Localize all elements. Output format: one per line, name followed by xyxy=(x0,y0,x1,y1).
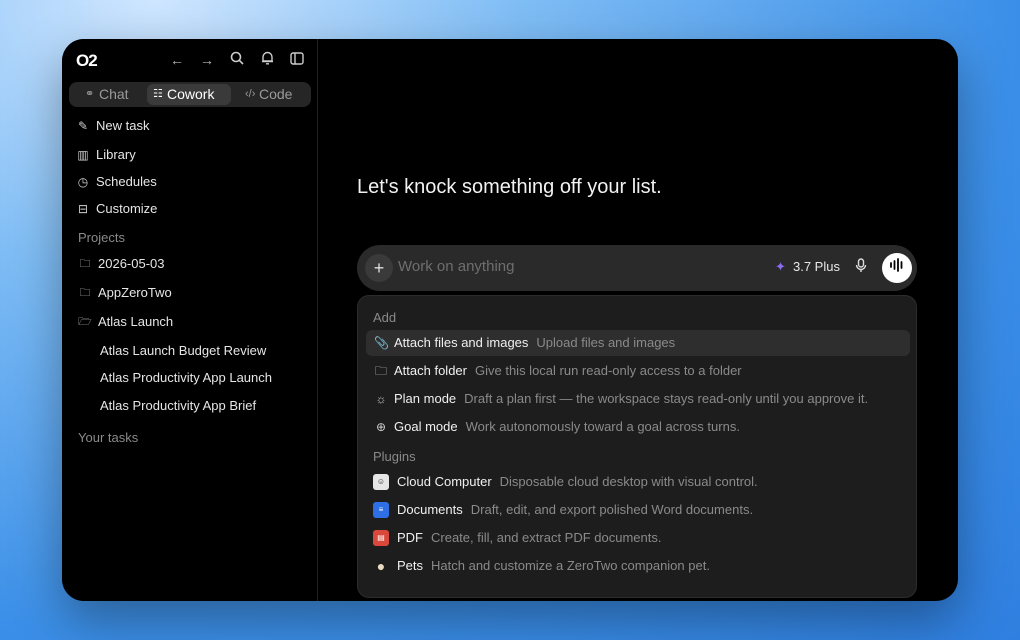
model-selector[interactable]: ✦ 3.7 Plus xyxy=(775,259,840,274)
sidebar-toggle-icon[interactable] xyxy=(288,51,306,69)
plus-icon[interactable]: + xyxy=(365,254,393,282)
tab-code[interactable]: ‹/› Code xyxy=(239,84,305,105)
composer: + Work on anything ✦ 3.7 Plus xyxy=(357,245,917,291)
nav-library[interactable]: ▥ Library xyxy=(76,145,306,165)
cloud-computer-icon: ☺ xyxy=(373,474,389,490)
nav-new-task[interactable]: ✎ New task xyxy=(76,116,306,136)
cowork-icon: ☷ xyxy=(153,88,163,100)
menu-attach-files[interactable]: 📎 Attach files and images Upload files an… xyxy=(366,330,910,356)
clock-icon: ◷ xyxy=(77,175,89,189)
nav-schedules[interactable]: ◷ Schedules xyxy=(76,172,306,192)
page-title: Let's knock something off your list. xyxy=(357,176,662,198)
project-item[interactable]: 🗀 AppZeroTwo xyxy=(78,283,172,303)
prompt-input[interactable]: Work on anything xyxy=(398,258,514,275)
menu-section-plugins: Plugins xyxy=(373,449,416,464)
your-tasks-header: Your tasks xyxy=(78,430,139,445)
voice-mode-button[interactable] xyxy=(882,253,912,283)
sidebar: O2 ← → ⚭ Chat ☷ Cowork ‹/› Code ✎ New ta… xyxy=(62,39,318,601)
documents-icon: ≡ xyxy=(373,502,389,518)
menu-scroll-fade xyxy=(358,575,916,597)
library-icon: ▥ xyxy=(77,148,89,162)
mode-switcher: ⚭ Chat ☷ Cowork ‹/› Code xyxy=(69,82,311,107)
menu-plan-mode[interactable]: ☼ Plan mode Draft a plan first — the work… xyxy=(366,386,910,412)
menu-plugin-cloud-computer[interactable]: ☺ Cloud Computer Disposable cloud desktop… xyxy=(366,469,910,495)
project-item[interactable]: 🗀 2026-05-03 xyxy=(78,254,165,274)
menu-attach-folder[interactable]: 🗀 Attach folder Give this local run read-… xyxy=(366,358,910,384)
back-arrow-icon[interactable]: ← xyxy=(168,51,186,69)
task-item[interactable]: Atlas Launch Budget Review xyxy=(100,341,312,361)
menu-section-add: Add xyxy=(373,310,397,325)
search-icon[interactable] xyxy=(228,51,246,69)
folder-icon: 🗀 xyxy=(79,258,91,270)
briefcase-icon: ⊟ xyxy=(77,202,89,216)
model-icon: ✦ xyxy=(775,259,786,274)
mic-icon[interactable] xyxy=(855,258,867,276)
menu-plugin-pdf[interactable]: ▤ PDF Create, fill, and extract PDF docum… xyxy=(366,525,910,551)
app-window: O2 ← → ⚭ Chat ☷ Cowork ‹/› Code ✎ New ta… xyxy=(62,39,958,601)
target-icon: ⊕ xyxy=(375,420,387,434)
task-item[interactable]: Atlas Productivity App Brief xyxy=(100,396,312,416)
nav-customize[interactable]: ⊟ Customize xyxy=(76,199,306,219)
add-menu: Add 📎 Attach files and images Upload file… xyxy=(357,295,917,598)
tab-chat[interactable]: ⚭ Chat xyxy=(79,84,149,105)
projects-header: Projects xyxy=(78,230,125,245)
lightbulb-icon: ☼ xyxy=(375,392,387,406)
chat-icon: ⚭ xyxy=(85,88,95,100)
sidebar-topbar: O2 ← → xyxy=(76,51,307,70)
folder-icon: 🗀 xyxy=(374,364,387,378)
menu-plugin-documents[interactable]: ≡ Documents Draft, edit, and export polis… xyxy=(366,497,910,523)
folder-open-icon: 🗁 xyxy=(78,316,92,328)
egg-icon: ● xyxy=(376,558,386,574)
task-item[interactable]: Atlas Productivity App Launch xyxy=(100,368,312,388)
folder-icon: 🗀 xyxy=(79,287,91,299)
paperclip-icon: 📎 xyxy=(374,336,389,350)
menu-goal-mode[interactable]: ⊕ Goal mode Work autonomously toward a go… xyxy=(366,414,910,440)
app-logo: O2 xyxy=(76,51,98,70)
project-item[interactable]: 🗁 Atlas Launch xyxy=(78,312,173,332)
bell-icon[interactable] xyxy=(258,51,276,69)
tab-cowork[interactable]: ☷ Cowork xyxy=(147,84,231,105)
main-panel: Let's knock something off your list. + W… xyxy=(318,39,958,601)
pdf-icon: ▤ xyxy=(373,530,389,546)
edit-icon: ✎ xyxy=(77,119,89,133)
code-icon: ‹/› xyxy=(245,88,256,100)
forward-arrow-icon[interactable]: → xyxy=(198,51,216,69)
